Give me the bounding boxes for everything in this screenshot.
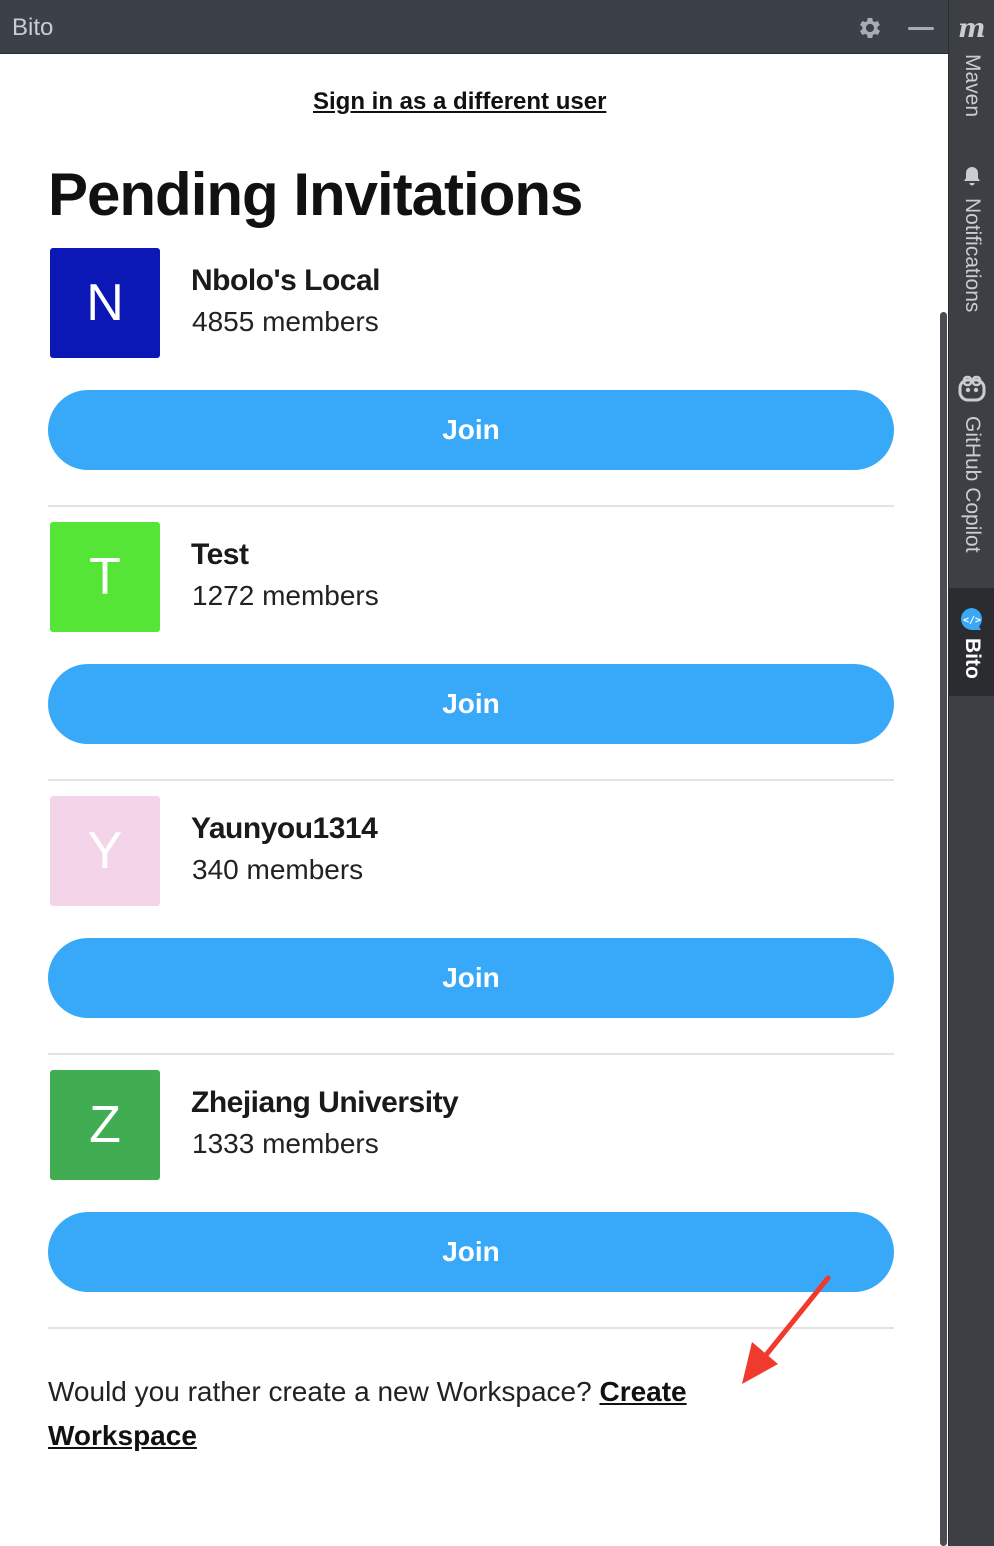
scrollbar-thumb[interactable]	[940, 312, 947, 1546]
tool-window-header: Bito	[0, 0, 948, 54]
join-button[interactable]: Join	[48, 390, 894, 470]
workspace-avatar: T	[50, 522, 160, 632]
workspace-avatar: Y	[50, 796, 160, 906]
workspace-member-count: 4855 members	[192, 306, 379, 337]
workspace-name: Nbolo's Local	[191, 264, 380, 297]
divider	[48, 505, 894, 507]
workspace-name: Test	[191, 538, 249, 571]
workspace-member-count: 1333 members	[192, 1128, 379, 1159]
tool-window-strip: m Maven Notifications GitHub Copilot </>…	[948, 0, 994, 1546]
bell-icon	[964, 167, 980, 186]
bito-icon: </>	[961, 608, 982, 630]
invitation-card: Y Yaunyou1314 340 members Join	[48, 796, 894, 1070]
join-button[interactable]: Join	[48, 938, 894, 1018]
workspace-name: Zhejiang University	[191, 1086, 459, 1119]
workspace-member-count: 340 members	[192, 854, 364, 885]
tool-github-copilot[interactable]: GitHub Copilot	[949, 368, 994, 578]
create-workspace-prompt: Would you rather create a new Workspace?…	[48, 1370, 808, 1458]
page-title: Pending Invitations	[48, 161, 583, 228]
workspace-avatar: N	[50, 248, 160, 358]
tool-label: Maven	[961, 54, 984, 118]
workspace-member-count: 1272 members	[192, 580, 379, 611]
tool-bito[interactable]: </> Bito	[949, 588, 994, 696]
copilot-icon	[958, 375, 986, 402]
tool-label: Notifications	[961, 198, 984, 313]
window-title: Bito	[12, 14, 54, 41]
tool-label: Bito	[961, 638, 984, 679]
tool-notifications[interactable]: Notifications	[949, 160, 994, 340]
divider	[48, 779, 894, 781]
gear-icon[interactable]	[856, 14, 884, 42]
divider	[48, 1053, 894, 1055]
minimize-icon[interactable]	[908, 27, 934, 30]
join-button[interactable]: Join	[48, 664, 894, 744]
sign-in-different-user-link[interactable]: Sign in as a different user	[313, 88, 606, 116]
invitation-card: N Nbolo's Local 4855 members Join	[48, 248, 894, 522]
workspace-name: Yaunyou1314	[191, 812, 378, 845]
maven-icon: m	[958, 14, 986, 44]
svg-text:</>: </>	[963, 615, 981, 626]
invitation-card: T Test 1272 members Join	[48, 522, 894, 796]
workspace-avatar: Z	[50, 1070, 160, 1180]
tool-maven[interactable]: m Maven	[949, 0, 994, 150]
annotation-arrow	[742, 1275, 831, 1384]
footer-text: Would you rather create a new Workspace?	[48, 1376, 600, 1407]
tool-label: GitHub Copilot	[961, 416, 984, 553]
